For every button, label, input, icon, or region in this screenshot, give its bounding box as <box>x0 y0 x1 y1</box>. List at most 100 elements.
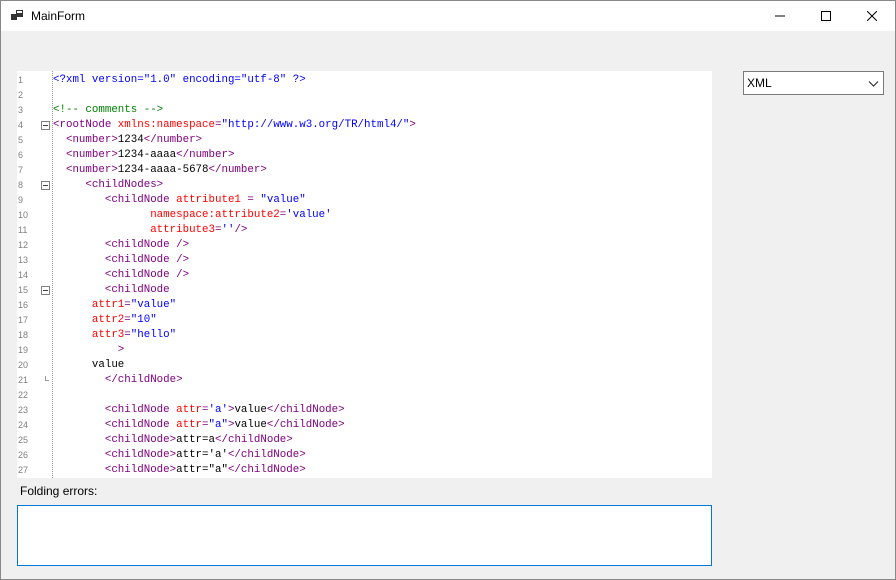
code-token: /> <box>234 224 248 236</box>
code-token: <?xml version="1.0" encoding="utf-8" ?> <box>53 74 306 86</box>
line-number: 24 <box>18 420 29 430</box>
app-window-icon <box>11 10 23 20</box>
code-line[interactable]: 5 <number>1234</number> <box>17 133 712 148</box>
code-token: </childNode> <box>227 464 306 476</box>
code-token: > <box>409 119 416 131</box>
code-line[interactable]: 2 <box>17 88 712 103</box>
code-line[interactable]: 18 attr3="hello" <box>17 328 712 343</box>
code-token: <childNode <box>53 419 177 431</box>
code-token: attr <box>176 419 203 431</box>
code-text: <childNode>attr="a"</childNode> <box>53 463 306 478</box>
code-text: attr2="10" <box>53 313 157 328</box>
line-number: 22 <box>18 390 29 400</box>
line-number: 17 <box>18 315 29 325</box>
line-number: 1 <box>18 75 24 85</box>
code-token: 'value' <box>286 209 332 221</box>
minimize-button[interactable] <box>757 1 803 31</box>
code-token: <childNode> <box>53 434 177 446</box>
line-number: 26 <box>18 450 29 460</box>
line-number: 12 <box>18 240 29 250</box>
code-line[interactable]: 4 <rootNode xmlns:namespace="http://www.w… <box>17 118 712 133</box>
code-token: attr="a" <box>176 464 228 476</box>
code-line[interactable]: 1 <?xml version="1.0" encoding="utf-8" ?> <box>17 73 712 88</box>
title-bar[interactable]: MainForm <box>1 1 895 31</box>
code-token: <childNode /> <box>53 239 190 251</box>
code-line[interactable]: 17 attr2="10" <box>17 313 712 328</box>
code-line[interactable]: 11 attribute3=''/> <box>17 223 712 238</box>
code-editor[interactable]: 1 <?xml version="1.0" encoding="utf-8" ?>… <box>17 71 712 478</box>
code-text: <number>1234</number> <box>53 133 202 148</box>
code-token: "value" <box>260 194 306 206</box>
code-text: <!-- comments --> <box>53 103 163 118</box>
maximize-button[interactable] <box>803 1 849 31</box>
close-icon <box>867 11 877 21</box>
code-text: <number>1234-aaaa-5678</number> <box>53 163 267 178</box>
code-line[interactable]: 26 <childNode>attr='a'</childNode> <box>17 448 712 463</box>
code-line[interactable]: 8 <childNodes> <box>17 178 712 193</box>
code-token: <childNode> <box>53 449 177 461</box>
code-token: </childNode> <box>266 404 345 416</box>
code-token: "hello" <box>130 329 177 341</box>
code-text: <?xml version="1.0" encoding="utf-8" ?> <box>53 73 306 88</box>
code-line[interactable]: 7 <number>1234-aaaa-5678</number> <box>17 163 712 178</box>
line-number: 5 <box>18 135 24 145</box>
code-text: <childNode <box>53 283 170 298</box>
code-token: attr=a <box>176 434 215 446</box>
fold-end-marker <box>45 376 49 381</box>
line-number: 6 <box>18 150 24 160</box>
code-line[interactable]: 13 <childNode /> <box>17 253 712 268</box>
code-token: "a" <box>208 419 228 431</box>
code-token: attr1 <box>53 299 125 311</box>
fold-toggle-icon[interactable] <box>41 286 50 295</box>
code-token: </childNode> <box>227 449 306 461</box>
code-line[interactable]: 6 <number>1234-aaaa</number> <box>17 148 712 163</box>
code-token: 1234-aaaa-5678 <box>117 164 209 176</box>
code-token: <number> <box>53 134 118 146</box>
line-number: 18 <box>18 330 29 340</box>
code-line[interactable]: 10 namespace:attribute2='value' <box>17 208 712 223</box>
language-select[interactable]: XML <box>743 71 884 95</box>
line-number: 2 <box>18 90 24 100</box>
code-line[interactable]: 22 <box>17 388 712 403</box>
folding-errors-textbox[interactable] <box>17 505 712 566</box>
code-token: 1234-aaaa <box>117 149 177 161</box>
code-text: <childNode /> <box>53 238 189 253</box>
line-number: 4 <box>18 120 24 130</box>
close-button[interactable] <box>849 1 895 31</box>
code-text: value <box>53 358 124 373</box>
code-line[interactable]: 25 <childNode>attr=a</childNode> <box>17 433 712 448</box>
code-line[interactable]: 14 <childNode /> <box>17 268 712 283</box>
code-token: attribute3 <box>53 224 215 236</box>
code-line[interactable]: 3 <!-- comments --> <box>17 103 712 118</box>
code-line[interactable]: 27 <childNode>attr="a"</childNode> <box>17 463 712 478</box>
line-number: 20 <box>18 360 29 370</box>
code-token: </number> <box>208 164 267 176</box>
code-line[interactable]: 9 <childNode attribute1 = "value" <box>17 193 712 208</box>
code-text: <childNode>attr=a</childNode> <box>53 433 293 448</box>
code-text: <number>1234-aaaa</number> <box>53 148 235 163</box>
code-token: > <box>53 344 125 356</box>
code-text: </childNode> <box>53 373 183 388</box>
code-line[interactable]: 23 <childNode attr='a'>value</childNode> <box>17 403 712 418</box>
code-line[interactable]: 15 <childNode <box>17 283 712 298</box>
code-line[interactable]: 19 > <box>17 343 712 358</box>
code-token: attribute1 <box>176 194 241 206</box>
code-line[interactable]: 24 <childNode attr="a">value</childNode> <box>17 418 712 433</box>
code-line[interactable]: 16 attr1="value" <box>17 298 712 313</box>
code-line[interactable]: 12 <childNode /> <box>17 238 712 253</box>
fold-toggle-icon[interactable] <box>41 181 50 190</box>
code-token: = <box>240 194 261 206</box>
code-token: attr2 <box>53 314 125 326</box>
code-text: <childNode /> <box>53 253 189 268</box>
folding-errors-label: Folding errors: <box>20 484 98 498</box>
code-token: "value" <box>130 299 177 311</box>
fold-toggle-icon[interactable] <box>41 121 50 130</box>
line-number: 21 <box>18 375 29 385</box>
code-token: xmlns:namespace <box>117 119 215 131</box>
code-token: attr <box>176 404 203 416</box>
code-line[interactable]: 21 </childNode> <box>17 373 712 388</box>
line-number: 25 <box>18 435 29 445</box>
code-line[interactable]: 20 value <box>17 358 712 373</box>
code-text: <childNode attr="a">value</childNode> <box>53 418 345 433</box>
line-number: 15 <box>18 285 29 295</box>
